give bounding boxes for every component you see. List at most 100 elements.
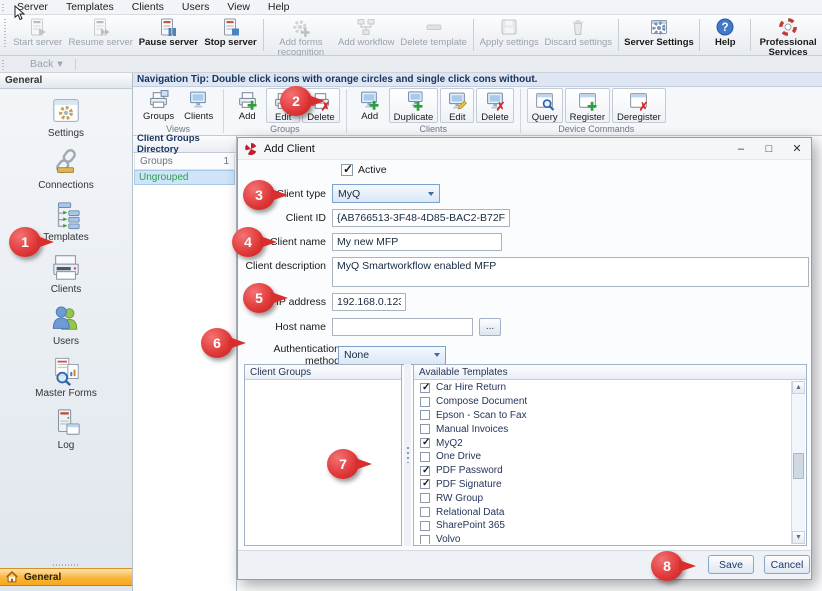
divider [75, 59, 76, 70]
template-checkbox[interactable] [420, 397, 430, 407]
template-checkbox[interactable] [420, 452, 430, 462]
template-checkbox[interactable] [420, 493, 430, 503]
groups-list-header: Groups 1 [134, 154, 235, 170]
auth-method-select[interactable]: None [338, 346, 446, 365]
add-workflow-button[interactable]: Add workflow [335, 15, 398, 55]
ribbon-group-device-commands: Query✚Register✗Deregister Device Command… [524, 87, 669, 135]
close-button[interactable]: ✕ [783, 138, 811, 159]
edit-group-button[interactable]: Edit [266, 88, 300, 123]
client-id-field[interactable] [332, 209, 510, 227]
template-item[interactable]: Compose Document [415, 395, 791, 409]
groups-count: 1 [223, 156, 229, 167]
template-item[interactable]: PDF Signature [415, 478, 791, 492]
template-checkbox[interactable] [420, 479, 430, 489]
host-name-field[interactable] [332, 318, 473, 336]
menu-help[interactable]: Help [259, 0, 299, 14]
menu-users[interactable]: Users [173, 0, 218, 14]
ip-address-field[interactable] [332, 293, 406, 311]
client-description-field[interactable]: MyQ Smartworkflow enabled MFP [332, 257, 809, 287]
stop-server-button[interactable]: Stop server [201, 15, 260, 55]
sidebar-splitter[interactable] [0, 562, 132, 567]
professional-services-button[interactable]: Professional Services [754, 15, 822, 55]
dialog-title-bar[interactable]: Add Client – □ ✕ [238, 138, 811, 160]
scroll-down-icon[interactable]: ▼ [792, 531, 805, 544]
sidebar-item-templates[interactable]: Templates [43, 200, 89, 243]
duplicate-client-button[interactable]: ✚Duplicate [389, 88, 439, 123]
client-type-label: Client type [240, 188, 326, 200]
delete-template-icon [424, 17, 444, 37]
register-button[interactable]: ✚Register [565, 88, 610, 123]
template-item[interactable]: Volvo [415, 533, 791, 544]
deregister-button[interactable]: ✗Deregister [612, 88, 666, 123]
apply-settings-button[interactable]: Apply settings [477, 15, 542, 55]
templates-scrollbar[interactable]: ▲ ▼ [791, 381, 805, 544]
ip-address-label: IP address [240, 296, 326, 308]
template-checkbox[interactable] [420, 507, 430, 517]
template-item[interactable]: SharePoint 365 [415, 519, 791, 533]
maximize-button[interactable]: □ [755, 138, 783, 159]
back-button[interactable]: Back ▾ [22, 58, 71, 70]
template-item[interactable]: Epson - Scan to Fax [415, 409, 791, 423]
template-item[interactable]: Relational Data [415, 505, 791, 519]
sidebar-item-connections[interactable]: Connections [38, 148, 94, 191]
scrollbar-thumb[interactable] [793, 453, 804, 479]
template-checkbox[interactable] [420, 535, 430, 544]
delete-client-button[interactable]: ✗Delete [476, 88, 513, 123]
add-group-button[interactable]: ✚Add [230, 88, 264, 123]
template-checkbox[interactable] [420, 438, 430, 448]
ribbon-group-groups: ✚AddEdit✗Delete Groups [227, 87, 342, 135]
server-settings-button[interactable]: Server Settings [622, 15, 697, 55]
template-item[interactable]: One Drive [415, 450, 791, 464]
menu-templates[interactable]: Templates [57, 0, 123, 14]
sidebar-item-log[interactable]: Log [51, 408, 81, 451]
navigation-tip: Navigation Tip: Double click icons with … [133, 73, 822, 87]
pause-server-button[interactable]: Pause server [136, 15, 201, 55]
template-checkbox[interactable] [420, 521, 430, 531]
delete-template-button[interactable]: Delete template [398, 15, 470, 55]
delete-group-button[interactable]: ✗Delete [302, 88, 339, 123]
edit-client-button[interactable]: Edit [440, 88, 474, 123]
active-checkbox[interactable] [341, 164, 353, 176]
ribbon-group-views: GroupsClients Views [136, 87, 220, 135]
browse-button[interactable]: ... [479, 318, 501, 336]
panel-splitter[interactable] [404, 364, 411, 546]
users-icon [51, 304, 81, 334]
templates-list: Car Hire Return Compose Document Epson -… [415, 381, 791, 544]
add-forms-recognition-button[interactable]: ✚ Add forms recognition [267, 15, 335, 55]
discard-settings-button[interactable]: Discard settings [542, 15, 615, 55]
groups-view-button[interactable]: Groups [139, 88, 178, 123]
client-type-select[interactable]: MyQ [332, 184, 440, 203]
svg-text:✗: ✗ [495, 100, 505, 111]
template-checkbox[interactable] [420, 383, 430, 393]
menu-view[interactable]: View [218, 0, 259, 14]
minimize-button[interactable]: – [727, 138, 755, 159]
clients-view-button[interactable]: Clients [180, 88, 217, 123]
sidebar-item-clients[interactable]: Clients [51, 252, 82, 295]
menu-clients[interactable]: Clients [123, 0, 173, 14]
sidebar-item-users[interactable]: Users [51, 304, 81, 347]
template-item[interactable]: RW Group [415, 491, 791, 505]
sidebar-item-master-forms[interactable]: Master Forms [35, 356, 97, 399]
template-checkbox[interactable] [420, 410, 430, 420]
client-name-field[interactable] [332, 233, 502, 251]
sidebar-item-settings[interactable]: Settings [48, 96, 84, 139]
template-item[interactable]: Manual Invoices [415, 422, 791, 436]
menu-bar: ServerTemplatesClientsUsersViewHelp [0, 0, 822, 15]
template-checkbox[interactable] [420, 466, 430, 476]
template-item[interactable]: PDF Password [415, 464, 791, 478]
help-button[interactable]: ? Help [703, 15, 747, 55]
cancel-button[interactable]: Cancel [764, 555, 810, 574]
template-checkbox[interactable] [420, 424, 430, 434]
save-button[interactable]: Save [708, 555, 754, 574]
add-client-button[interactable]: ✚Add [353, 88, 387, 123]
sidebar-footer-general[interactable]: General [0, 568, 132, 586]
log-icon [51, 408, 81, 438]
svg-text:✚: ✚ [369, 100, 379, 110]
ribbon-group-label: Clients [350, 124, 517, 135]
template-item[interactable]: MyQ2 [415, 436, 791, 450]
template-item[interactable]: Car Hire Return [415, 381, 791, 395]
query-button[interactable]: Query [527, 88, 563, 123]
group-item-ungrouped[interactable]: Ungrouped [134, 170, 235, 185]
scroll-up-icon[interactable]: ▲ [792, 381, 805, 394]
resume-server-button[interactable]: Resume server [66, 15, 136, 55]
